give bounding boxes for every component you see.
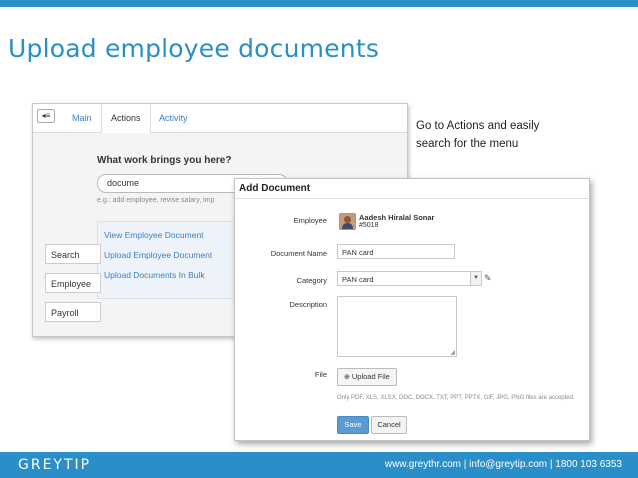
add-document-dialog: Add Document Employee Aadesh Hiralal Son… [234,178,590,441]
suggestion-upload-documents-in-bulk[interactable]: Upload Documents In Bulk [104,270,205,280]
employee-name: Aadesh Hiralal Sonar [359,213,435,222]
document-name-input[interactable]: PAN card [337,244,455,259]
instruction-note: Go to Actions and easily search for the … [416,120,540,150]
upload-icon: ⊕ [344,374,350,381]
side-button-search[interactable]: Search [45,244,101,264]
tab-main[interactable]: Main [63,104,101,132]
category-label: Category [296,276,327,285]
document-name-label: Document Name [270,249,327,258]
description-label: Description [289,300,327,309]
greytip-logo: GREYTIP [18,457,92,473]
save-button[interactable]: Save [337,416,369,434]
resize-handle-icon[interactable]: ◢ [450,349,455,356]
slide-title: Upload employee documents [8,34,380,63]
search-suggestions: View Employee Document Upload Employee D… [97,221,249,299]
tab-bar: ◂≡ Main Actions Activity [33,104,407,133]
search-question: What work brings you here? [97,155,232,166]
upload-file-button[interactable]: ⊕ Upload File [337,368,397,386]
sidebar-toggle-icon[interactable]: ◂≡ [37,109,55,123]
cancel-button[interactable]: Cancel [371,416,407,434]
tab-activity[interactable]: Activity [150,104,197,132]
file-types-hint: Only PDF, XLS, XLSX, DOC, DOCX, TXT, PPT… [337,395,575,401]
category-value: PAN card [342,275,374,284]
employee-avatar [339,213,356,230]
chevron-down-icon: ▼ [470,272,481,285]
top-accent-bar [0,0,638,7]
file-label: File [314,370,327,379]
upload-file-label: Upload File [351,372,390,381]
dialog-title: Add Document [235,179,589,199]
suggestion-upload-employee-document[interactable]: Upload Employee Document [104,250,212,260]
employee-label: Employee [293,216,327,225]
footer-bar: GREYTIP www.greythr.com | info@greytip.c… [0,452,638,478]
tab-actions[interactable]: Actions [101,104,151,133]
description-textarea[interactable]: ◢ [337,296,457,357]
category-select[interactable]: PAN card ▼ [337,271,482,286]
search-hint: e.g.: add employee, revise salary, imp [97,197,215,204]
side-button-payroll[interactable]: Payroll [45,302,101,322]
side-button-employee[interactable]: Employee [45,273,101,293]
footer-contact: www.greythr.com | info@greytip.com | 180… [384,459,622,470]
employee-id: #5018 [359,222,379,229]
edit-icon[interactable]: ✎ [484,273,492,284]
suggestion-view-employee-document[interactable]: View Employee Document [104,230,204,240]
